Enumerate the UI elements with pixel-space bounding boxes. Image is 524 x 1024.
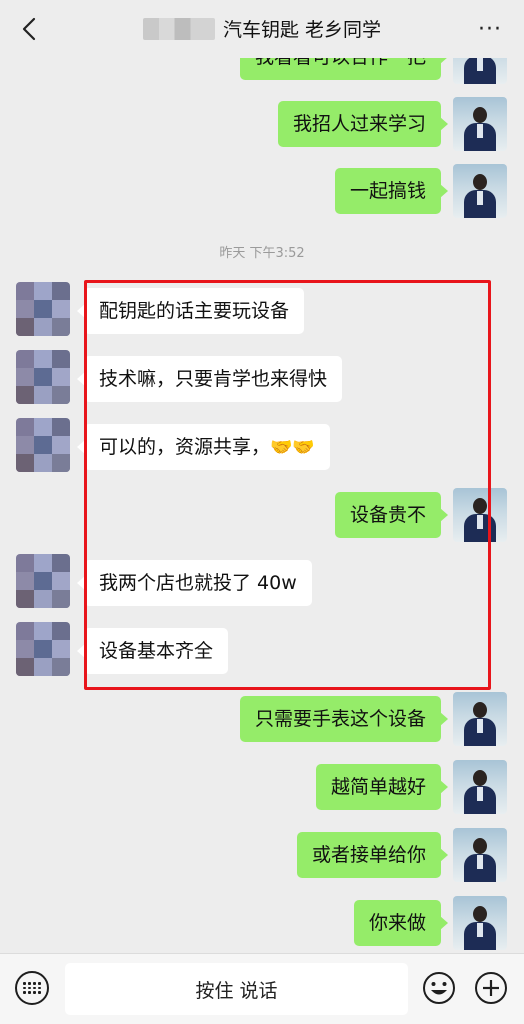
- message-bubble[interactable]: 我招人过来学习: [277, 101, 449, 147]
- input-bar: 按住 说话: [0, 953, 524, 1024]
- blurred-name: [142, 17, 215, 40]
- smiley-icon[interactable]: [422, 971, 456, 1005]
- keyboard-toggle-button[interactable]: [15, 971, 49, 1005]
- contact-avatar[interactable]: [16, 554, 70, 608]
- hold-to-talk-button[interactable]: 按住 说话: [65, 963, 408, 1015]
- message-bubble[interactable]: 配钥匙的话主要玩设备: [76, 288, 305, 334]
- self-avatar[interactable]: [453, 828, 507, 882]
- self-avatar[interactable]: [453, 896, 507, 950]
- self-avatar[interactable]: [453, 692, 507, 746]
- self-avatar[interactable]: [453, 97, 507, 151]
- self-avatar[interactable]: [453, 760, 507, 814]
- contact-avatar[interactable]: [16, 282, 70, 336]
- contact-avatar[interactable]: [16, 622, 70, 676]
- message-list[interactable]: 我看看可以合作一把 我招人过来学习 一起搞钱 昨天 下午3:52 配钥匙的话主要…: [0, 58, 524, 953]
- message-bubble[interactable]: 一起搞钱: [334, 168, 449, 214]
- more-button[interactable]: ···: [474, 14, 506, 44]
- message-bubble[interactable]: 我两个店也就投了 40w: [77, 560, 312, 606]
- contact-avatar[interactable]: [16, 418, 70, 472]
- timestamp-divider: 昨天 下午3:52: [219, 246, 305, 261]
- message-bubble[interactable]: 可以的，资源共享，🤝🤝: [77, 424, 330, 470]
- chat-title-text: 汽车钥匙 老乡同学: [222, 19, 382, 41]
- chat-header: 汽车钥匙 老乡同学 ···: [0, 0, 524, 58]
- keyboard-icon: [23, 982, 41, 994]
- message-bubble[interactable]: 你来做: [353, 900, 449, 946]
- message-bubble[interactable]: 只需要手表这个设备: [239, 696, 449, 742]
- message-bubble[interactable]: 我看看可以合作一把: [239, 58, 449, 80]
- chat-title: 汽车钥匙 老乡同学: [0, 15, 524, 42]
- contact-avatar[interactable]: [16, 350, 70, 404]
- self-avatar[interactable]: [453, 488, 507, 542]
- message-bubble[interactable]: 设备贵不: [334, 492, 449, 538]
- message-text: 可以的，资源共享，: [99, 436, 271, 458]
- self-avatar[interactable]: [453, 58, 507, 84]
- self-avatar[interactable]: [453, 164, 507, 218]
- plus-circle-icon[interactable]: [474, 971, 508, 1005]
- message-bubble[interactable]: 设备基本齐全: [76, 628, 229, 674]
- message-bubble[interactable]: 或者接单给你: [296, 832, 449, 878]
- handshake-icon: 🤝🤝: [270, 437, 315, 458]
- message-bubble[interactable]: 越简单越好: [315, 764, 449, 810]
- message-bubble[interactable]: 技术嘛，只要肯学也来得快: [76, 356, 343, 402]
